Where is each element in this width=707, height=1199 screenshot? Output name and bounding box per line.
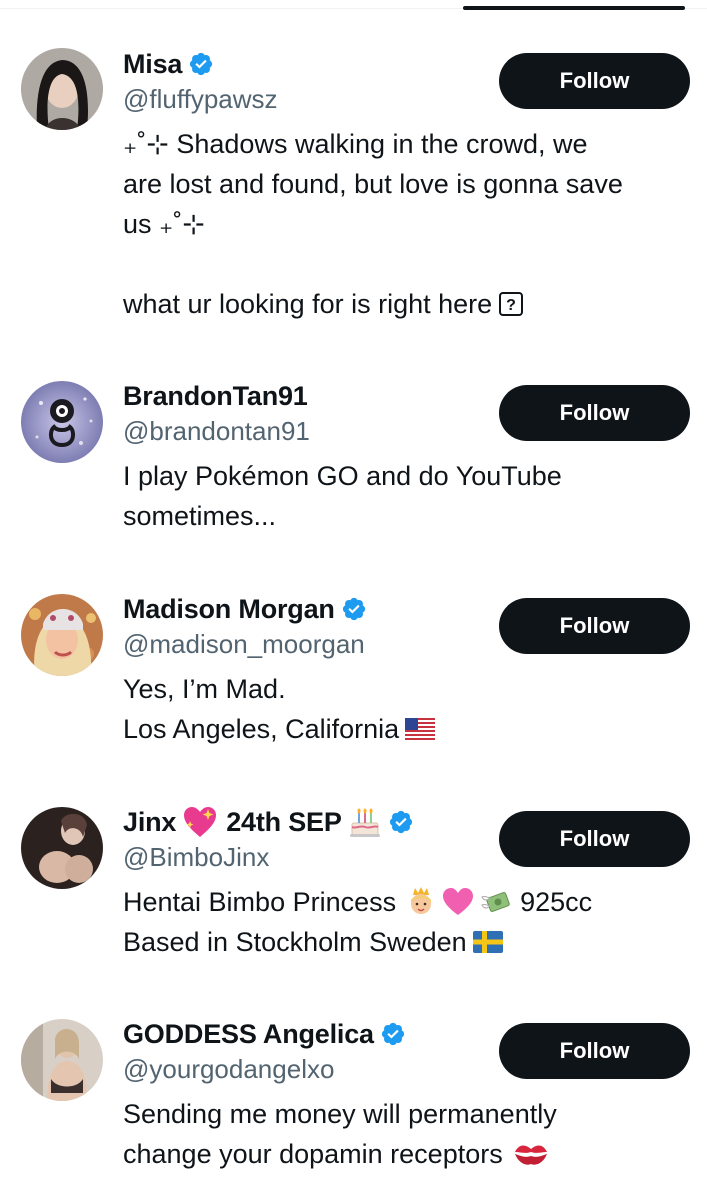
active-tab-indicator xyxy=(463,6,685,10)
bio-line: Los Angeles, California xyxy=(123,714,400,744)
us-flag-icon xyxy=(405,717,436,740)
display-name: GODDESS Angelica xyxy=(123,1018,374,1049)
bio-line-with-icon: Based in Stockholm Sweden xyxy=(123,922,693,962)
verified-badge-icon xyxy=(389,810,412,834)
bio-line: Hentai Bimbo Princess xyxy=(123,887,397,917)
bio-line-with-icon: change your dopamin receptors xyxy=(123,1134,693,1174)
bio-line-with-icon: what ur looking for is right here? xyxy=(123,284,693,324)
bio-line: Sending me money will permanently xyxy=(123,1099,557,1129)
bio-line: ₊˚⊹ Shadows walking in the crowd, we xyxy=(123,129,588,159)
bio-line-with-icon: Los Angeles, California xyxy=(123,709,693,749)
bio-line-with-icons: Hentai Bimbo Princess 925cc xyxy=(123,882,693,922)
sweden-flag-icon xyxy=(472,930,503,953)
verified-badge-icon xyxy=(342,597,365,621)
display-name: Misa xyxy=(123,48,183,79)
svg-text:?: ? xyxy=(506,297,516,314)
bio-blank-line xyxy=(123,244,693,284)
user-handle: @yourgodangelxo xyxy=(123,1054,335,1084)
birthday-cake-icon xyxy=(349,808,380,837)
user-handle: @madison_moorgan xyxy=(123,629,365,659)
user-handle: @brandontan91 xyxy=(123,416,310,446)
user-bio: I play Pokémon GO and do YouTube sometim… xyxy=(123,456,693,536)
user-bio: Yes, I’m Mad. Los Angeles, California xyxy=(123,669,693,749)
avatar[interactable] xyxy=(21,594,103,676)
user-handle: @BimboJinx xyxy=(123,842,270,872)
verified-badge-icon xyxy=(190,52,213,76)
display-name: Madison Morgan xyxy=(123,593,335,624)
follow-button[interactable]: Follow xyxy=(499,385,690,441)
sparkling-heart-icon xyxy=(184,807,217,837)
user-bio: ₊˚⊹ Shadows walking in the crowd, we are… xyxy=(123,124,693,324)
unknown-glyph-box-icon: ? xyxy=(499,291,524,316)
bio-line-tail: 925cc xyxy=(520,887,593,917)
avatar[interactable] xyxy=(21,381,103,463)
bio-line: I play Pokémon GO and do YouTube xyxy=(123,461,562,491)
kiss-mark-icon xyxy=(514,1145,547,1165)
follow-button[interactable]: Follow xyxy=(499,53,690,109)
name-row: GODDESS Angelica xyxy=(123,1016,406,1052)
name-row: Jinx 24th SEP xyxy=(123,804,414,840)
avatar[interactable] xyxy=(21,48,103,130)
name-row: Madison Morgan xyxy=(123,591,367,627)
name-row: Misa xyxy=(123,46,214,82)
avatar[interactable] xyxy=(21,807,103,889)
bio-line: sometimes... xyxy=(123,501,277,531)
follow-button[interactable]: Follow xyxy=(499,598,690,654)
user-bio: Hentai Bimbo Princess 925cc Based in Stoc… xyxy=(123,882,693,962)
display-name: BrandonTan91 xyxy=(123,380,308,411)
follow-button[interactable]: Follow xyxy=(499,811,690,867)
bio-line: us ₊˚⊹ xyxy=(123,209,205,239)
bio-line: are lost and found, but love is gonna sa… xyxy=(123,169,623,199)
bio-line: Yes, I’m Mad. xyxy=(123,674,286,704)
princess-icon xyxy=(411,886,432,914)
display-name: Jinx xyxy=(123,806,177,837)
bio-line: Based in Stockholm Sweden xyxy=(123,927,467,957)
bio-line: change your dopamin receptors xyxy=(123,1139,503,1169)
avatar[interactable] xyxy=(21,1019,103,1101)
bio-line: what ur looking for is right here xyxy=(123,289,493,319)
follow-button[interactable]: Follow xyxy=(499,1023,690,1079)
display-name-date: 24th SEP xyxy=(226,806,342,837)
pink-heart-icon xyxy=(443,887,474,915)
verified-badge-icon xyxy=(381,1022,404,1046)
user-handle: @fluffypawsz xyxy=(123,84,278,114)
user-bio: Sending me money will permanently change… xyxy=(123,1094,693,1174)
name-row: BrandonTan91 xyxy=(123,378,308,414)
money-with-wings-icon xyxy=(481,891,510,912)
